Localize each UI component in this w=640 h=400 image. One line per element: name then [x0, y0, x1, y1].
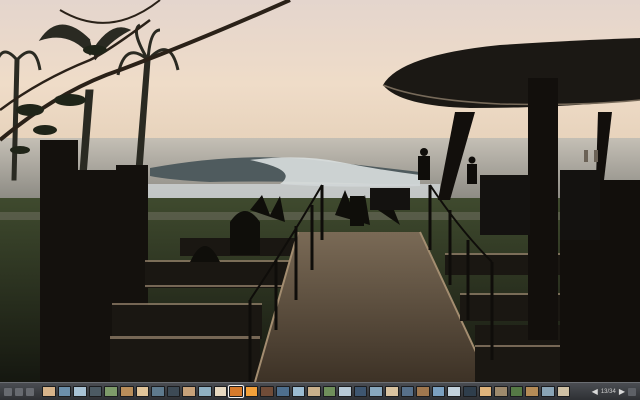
- filmstrip-thumbnail[interactable]: [42, 386, 56, 397]
- main-photo[interactable]: [0, 0, 640, 382]
- slideshow-icon[interactable]: [15, 387, 23, 396]
- filmstrip-thumbnail[interactable]: [213, 386, 228, 397]
- grid-view-icon[interactable]: [4, 387, 12, 396]
- filmstrip-thumbnail[interactable]: [88, 386, 103, 397]
- filmstrip-thumbnail[interactable]: [338, 386, 352, 397]
- filmstrip-nav: ◀ 13/34 ▶: [584, 385, 636, 398]
- image-counter: 13/34: [600, 388, 616, 395]
- filmstrip-thumbnail[interactable]: [463, 386, 477, 397]
- filmstrip-thumbnail[interactable]: [447, 386, 462, 397]
- filmstrip-thumbnail[interactable]: [151, 386, 165, 397]
- filmstrip-thumbnail[interactable]: [228, 385, 244, 398]
- filmstrip-thumbnail[interactable]: [291, 386, 306, 397]
- filmstrip-thumbnail[interactable]: [307, 386, 321, 397]
- filmstrip-thumbnail[interactable]: [135, 386, 150, 397]
- filmstrip-thumbnail[interactable]: [182, 386, 196, 397]
- filmstrip-thumbnail[interactable]: [260, 386, 274, 397]
- filmstrip-thumbnail[interactable]: [541, 386, 555, 397]
- filmstrip-thumbnail[interactable]: [166, 386, 181, 397]
- filmstrip-thumbnail[interactable]: [369, 386, 384, 397]
- photo-viewer: ◀ 13/34 ▶: [0, 0, 640, 400]
- chevron-right-icon[interactable]: ▶: [619, 387, 625, 396]
- filmstrip-thumbnail[interactable]: [322, 386, 337, 397]
- thumbnail-strip: [42, 385, 587, 398]
- filmstrip-thumbnail[interactable]: [478, 386, 493, 397]
- filmstrip-thumbnail[interactable]: [119, 386, 134, 397]
- filmstrip-controls: [4, 386, 38, 397]
- filmstrip-thumbnail[interactable]: [416, 386, 430, 397]
- filmstrip-thumbnail[interactable]: [197, 386, 212, 397]
- filmstrip-bar: ◀ 13/34 ▶: [0, 382, 640, 400]
- filmstrip-thumbnail[interactable]: [525, 386, 539, 397]
- filmstrip-thumbnail[interactable]: [431, 386, 446, 397]
- filmstrip-thumbnail[interactable]: [104, 386, 118, 397]
- filmstrip-thumbnail[interactable]: [275, 386, 290, 397]
- filmstrip-thumbnail[interactable]: [385, 386, 399, 397]
- filmstrip-thumbnail[interactable]: [353, 386, 368, 397]
- filmstrip-thumbnail[interactable]: [556, 386, 571, 397]
- filmstrip-thumbnail[interactable]: [494, 386, 508, 397]
- filmstrip-thumbnail[interactable]: [244, 386, 259, 397]
- filmstrip-thumbnail[interactable]: [57, 386, 72, 397]
- filmstrip-thumbnail[interactable]: [73, 386, 87, 397]
- fullscreen-icon[interactable]: [628, 387, 636, 396]
- chevron-left-icon[interactable]: ◀: [592, 387, 598, 396]
- filmstrip-thumbnail[interactable]: [400, 386, 415, 397]
- filmstrip-thumbnail[interactable]: [509, 386, 524, 397]
- rotate-icon[interactable]: [26, 387, 34, 396]
